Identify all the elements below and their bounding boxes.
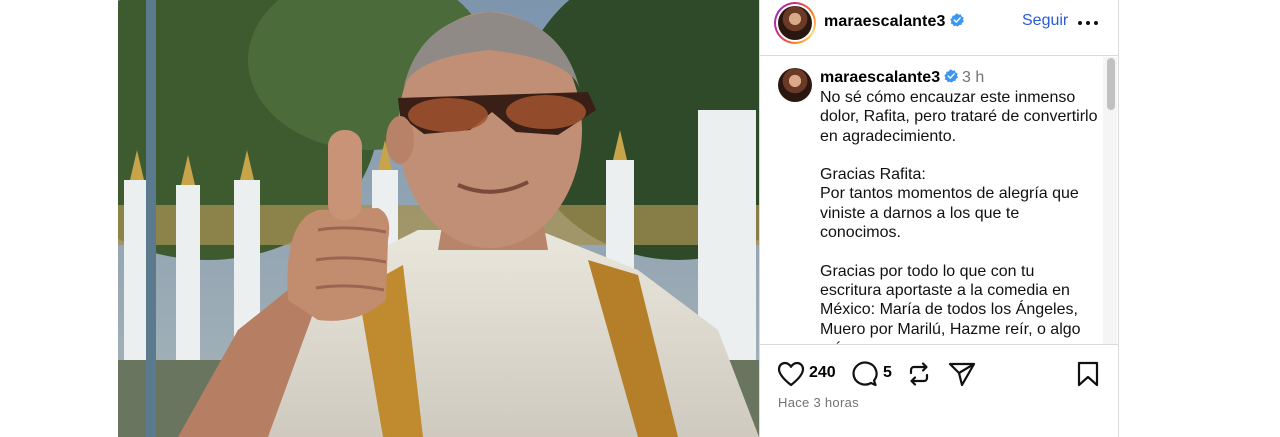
comment-button[interactable] [850, 361, 878, 387]
action-bar: 240 5 Hace 3 horas [760, 344, 1119, 437]
comment-count[interactable]: 5 [883, 364, 892, 382]
caption-scrollbar-thumb[interactable] [1107, 58, 1115, 110]
instagram-post-view: maraescalante3 Seguir maraescalante3 3 h… [0, 0, 1280, 437]
save-button[interactable] [1077, 361, 1099, 387]
more-options-icon[interactable] [1078, 12, 1100, 32]
caption-section: maraescalante3 3 h No sé cómo encauzar e… [760, 57, 1119, 344]
photo-illustration [118, 0, 759, 437]
post-header: maraescalante3 Seguir [760, 0, 1119, 56]
post-sidebar: maraescalante3 Seguir maraescalante3 3 h… [759, 0, 1119, 437]
caption-text: No sé cómo encauzar este inmenso dolor, … [820, 89, 1098, 344]
author-avatar-story-ring[interactable] [774, 2, 816, 44]
author-username-text[interactable]: maraescalante3 [824, 13, 946, 30]
bookmark-icon [1077, 361, 1099, 387]
verified-badge-icon [949, 13, 964, 27]
verified-badge-icon [944, 69, 959, 83]
like-button[interactable] [777, 361, 805, 387]
caption-author[interactable]: maraescalante3 [820, 69, 959, 87]
share-button[interactable] [948, 361, 976, 387]
post-timestamp[interactable]: Hace 3 horas [778, 395, 859, 410]
comment-bubble-icon [852, 361, 878, 387]
like-count[interactable]: 240 [809, 364, 836, 382]
follow-button[interactable]: Seguir [1022, 12, 1068, 30]
repost-icon [909, 362, 929, 386]
caption-time[interactable]: 3 h [962, 69, 984, 87]
paper-plane-icon [948, 362, 976, 387]
caption-author-text[interactable]: maraescalante3 [820, 69, 940, 86]
post-photo[interactable] [118, 0, 759, 437]
repost-button[interactable] [906, 361, 932, 387]
avatar [778, 6, 812, 40]
author-username[interactable]: maraescalante3 [824, 13, 964, 31]
caption-avatar[interactable] [778, 68, 812, 102]
heart-outline-icon [777, 361, 805, 387]
